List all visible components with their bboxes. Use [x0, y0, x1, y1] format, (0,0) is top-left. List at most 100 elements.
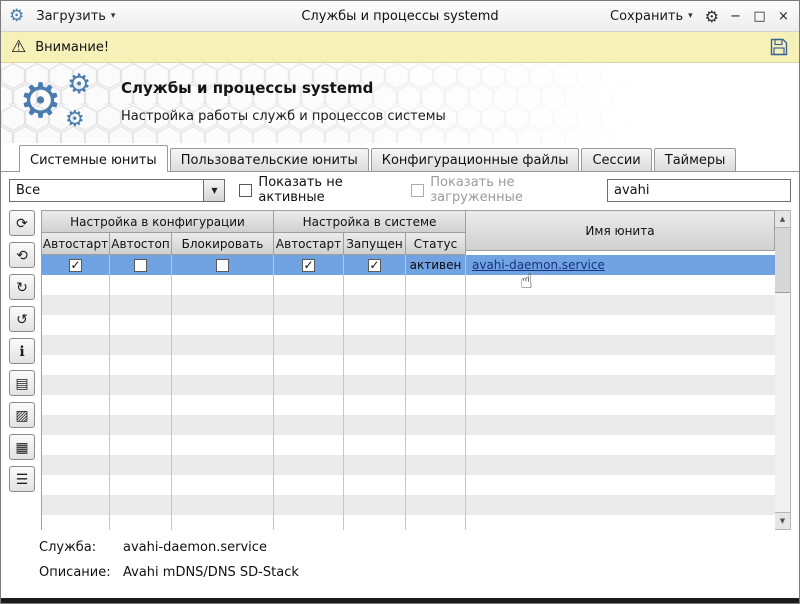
status-text: активен	[409, 258, 462, 272]
info-button[interactable]: ℹ	[9, 338, 35, 364]
table-row-empty	[42, 415, 775, 435]
checkbox-config-block[interactable]	[216, 258, 229, 272]
warning-icon: ⚠	[11, 36, 27, 57]
logo-gear-icon: ⚙	[65, 107, 85, 132]
app-logo: ⚙ ⚙ ⚙	[17, 65, 121, 141]
table-body: активен avahi-daemon.service	[42, 255, 775, 530]
app-gear-icon: ⚙	[9, 6, 25, 26]
page-subtitle: Настройка работы служб и процессов систе…	[121, 109, 446, 124]
scrollbar-thumb[interactable]	[775, 228, 790, 293]
description-value: Avahi mDNS/DNS SD-Stack	[123, 565, 299, 580]
service-label: Служба:	[39, 540, 97, 555]
table-row-empty	[42, 395, 775, 415]
load-button-label: Загрузить	[36, 8, 106, 24]
description-label: Описание:	[39, 565, 111, 580]
save-button[interactable]: Сохранить ▾	[607, 7, 696, 26]
side-toolbar: ⟳ ⟲ ↻ ↺ ℹ ▤ ▨ ▦ ☰	[9, 210, 39, 530]
column-header[interactable]: Автостарт	[274, 233, 344, 255]
tab-sessions[interactable]: Сессии	[581, 148, 652, 171]
table-header: Настройка в конфигурации Настройка в сис…	[42, 211, 775, 255]
page-title: Службы и процессы systemd	[121, 79, 374, 97]
save-file-icon[interactable]	[769, 37, 789, 57]
journal-button[interactable]: ▨	[9, 402, 35, 428]
tab-config-files[interactable]: Конфигурационные файлы	[370, 148, 580, 171]
unit-name-link[interactable]: avahi-daemon.service	[472, 258, 605, 272]
combo-arrow-icon[interactable]: ▼	[203, 179, 225, 201]
status-footer: Служба: avahi-daemon.service Описание: A…	[1, 530, 799, 598]
close-button[interactable]: ×	[776, 9, 791, 24]
units-table: Настройка в конфигурации Настройка в сис…	[41, 210, 775, 530]
scrollbar-track[interactable]	[775, 293, 790, 512]
show-unloaded-label: Показать не загруженные	[430, 175, 523, 205]
column-header[interactable]: Запущен	[344, 233, 406, 255]
table-row-empty	[42, 295, 775, 315]
logo-gear-icon: ⚙	[19, 73, 63, 129]
table-row-empty	[42, 475, 775, 495]
chevron-down-icon: ▾	[110, 11, 116, 21]
undo-button[interactable]: ↺	[9, 306, 35, 332]
checkbox-config-autostart[interactable]	[69, 258, 82, 272]
checkbox-box[interactable]	[239, 183, 253, 197]
table-row-empty	[42, 335, 775, 355]
scroll-up-button[interactable]: ▲	[775, 211, 790, 228]
tab-timers[interactable]: Таймеры	[653, 148, 737, 171]
window-title: Службы и процессы systemd	[301, 8, 499, 24]
window-bottom-edge	[1, 598, 799, 603]
checkbox-system-autostart[interactable]	[302, 258, 315, 272]
show-unloaded-checkbox[interactable]: Показать не загруженные	[411, 175, 593, 205]
unit-filter-select[interactable]: Все ▼	[9, 178, 226, 202]
titlebar-right: Сохранить ▾ ⚙ − □ ×	[606, 7, 791, 26]
titlebar-left: ⚙ Загрузить ▾	[9, 6, 194, 26]
group-header-config: Настройка в конфигурации	[42, 211, 274, 233]
logo-gear-icon: ⚙	[67, 69, 92, 100]
table-row-empty	[42, 515, 775, 530]
unit-file-button[interactable]: ▤	[9, 370, 35, 396]
minimize-button[interactable]: −	[728, 9, 743, 24]
checkbox-system-running[interactable]	[368, 258, 381, 272]
chevron-down-icon: ▾	[688, 11, 693, 21]
tab-bar: Системные юниты Пользовательские юниты К…	[1, 143, 799, 172]
table-row-empty	[42, 315, 775, 335]
column-header[interactable]: Статус	[406, 233, 466, 255]
tab-user-units[interactable]: Пользовательские юниты	[169, 148, 369, 171]
cursor-hand-icon: ☝	[520, 269, 533, 293]
column-header[interactable]: Блокировать	[172, 233, 274, 255]
table-row-empty	[42, 375, 775, 395]
tab-system-units[interactable]: Системные юниты	[19, 145, 168, 172]
list-button[interactable]: ☰	[9, 466, 35, 492]
column-header[interactable]: Автостарт	[42, 233, 110, 255]
save-button-label: Сохранить	[610, 8, 684, 24]
warning-bar: ⚠ Внимание!	[1, 32, 799, 63]
filter-bar: Все ▼ Показать не активные Показать не з…	[1, 172, 799, 208]
load-button[interactable]: Загрузить ▾	[33, 7, 118, 26]
checkbox-box[interactable]	[411, 183, 425, 197]
group-header-system: Настройка в системе	[274, 211, 466, 233]
table-row[interactable]: активен avahi-daemon.service	[42, 255, 775, 275]
column-header-unit-name[interactable]: Имя юнита	[466, 211, 775, 251]
header-text: Службы и процессы systemd Настройка рабо…	[121, 79, 446, 124]
show-inactive-label: Показать не активные	[258, 175, 343, 205]
scroll-down-button[interactable]: ▼	[775, 512, 790, 529]
main-area: ⟳ ⟲ ↻ ↺ ℹ ▤ ▨ ▦ ☰ Настройка в конфигурац…	[1, 208, 799, 530]
table-row-empty	[42, 275, 775, 295]
app-window: ⚙ Загрузить ▾ Службы и процессы systemd …	[0, 0, 800, 604]
page-header: ⚙ ⚙ ⚙ Службы и процессы systemd Настройк…	[1, 63, 799, 143]
titlebar: ⚙ Загрузить ▾ Службы и процессы systemd …	[1, 1, 799, 32]
checkbox-config-autostop[interactable]	[134, 258, 147, 272]
table-row-empty	[42, 495, 775, 515]
reload-units-button[interactable]: ⟲	[9, 242, 35, 268]
service-value: avahi-daemon.service	[123, 540, 267, 555]
table-row-empty	[42, 455, 775, 475]
warning-label: Внимание!	[35, 39, 110, 55]
refresh-button[interactable]: ⟳	[9, 210, 35, 236]
console-button[interactable]: ▦	[9, 434, 35, 460]
table-row-empty	[42, 355, 775, 375]
show-inactive-checkbox[interactable]: Показать не активные	[239, 175, 397, 205]
table-row-empty	[42, 435, 775, 455]
maximize-button[interactable]: □	[752, 9, 767, 24]
redo-button[interactable]: ↻	[9, 274, 35, 300]
settings-gear-icon[interactable]: ⚙	[705, 7, 719, 26]
column-header[interactable]: Автостоп	[110, 233, 172, 255]
search-input[interactable]	[607, 178, 791, 202]
vertical-scrollbar[interactable]: ▲ ▼	[775, 210, 791, 530]
